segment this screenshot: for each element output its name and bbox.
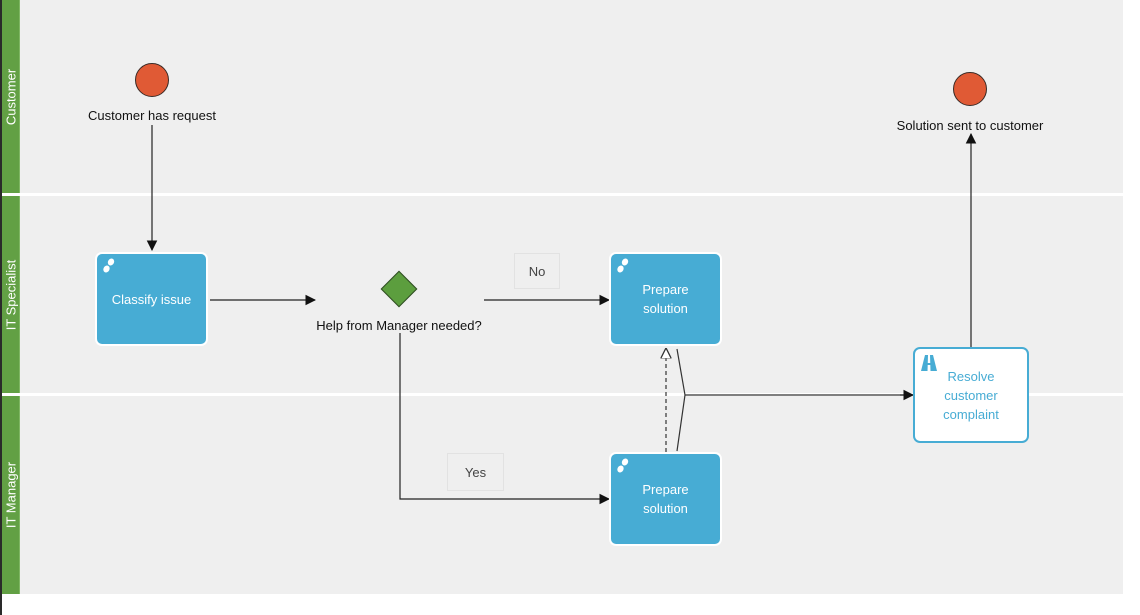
start-event[interactable]	[135, 63, 169, 97]
manual-task-footsteps-icon	[617, 258, 629, 273]
task-label: Resolve customer complaint	[943, 368, 999, 422]
task-label: Prepare solution	[642, 482, 689, 516]
flow-label-no[interactable]: No	[514, 253, 560, 289]
lane-header-it-specialist[interactable]: IT Specialist	[2, 196, 20, 393]
lane-header-customer[interactable]: Customer	[2, 0, 20, 193]
gateway-label: Help from Manager needed?	[316, 318, 482, 333]
manual-task-footsteps-icon	[103, 258, 115, 273]
task-label: Classify issue	[111, 291, 192, 307]
flow-label-yes[interactable]: Yes	[447, 453, 504, 491]
task-prepare-solution-manager[interactable]: Prepare solution	[609, 452, 722, 546]
start-event-label: Customer has request	[88, 108, 216, 123]
lane-label: Customer	[3, 68, 18, 125]
lane-header-it-manager[interactable]: IT Manager	[2, 396, 20, 594]
task-resolve-customer-complaint[interactable]: Resolve customer complaint	[913, 347, 1029, 443]
manual-task-footsteps-icon	[617, 458, 629, 473]
end-event[interactable]	[953, 72, 987, 106]
end-event-label: Solution sent to customer	[896, 118, 1044, 133]
task-prepare-solution-specialist[interactable]: Prepare solution	[609, 252, 722, 346]
task-label: Prepare solution	[642, 282, 689, 316]
lane-label: IT Specialist	[3, 259, 18, 330]
road-subprocess-icon	[921, 355, 937, 371]
lane-label: IT Manager	[3, 461, 18, 529]
task-classify-issue[interactable]: Classify issue	[95, 252, 208, 346]
